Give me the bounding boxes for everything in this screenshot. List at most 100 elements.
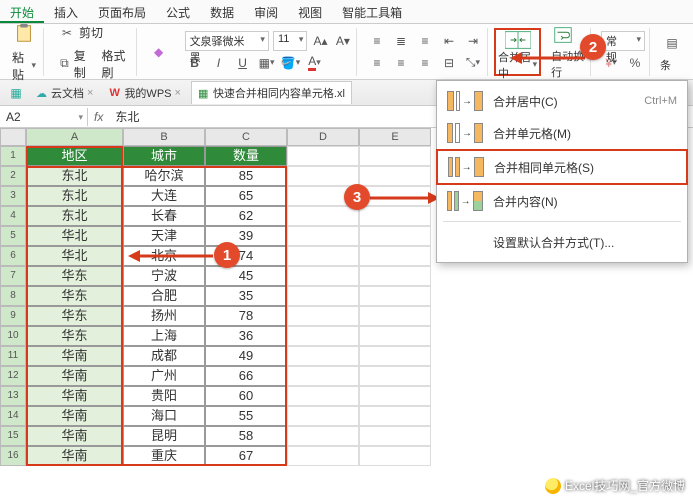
table-cell[interactable]: 华南 xyxy=(26,346,123,366)
formula-value[interactable]: 东北 xyxy=(109,106,145,127)
cell-empty[interactable] xyxy=(287,306,359,326)
paste-button[interactable] xyxy=(9,20,39,46)
cell-empty[interactable] xyxy=(287,346,359,366)
row-header[interactable]: 2 xyxy=(0,166,26,186)
table-cell[interactable]: 大连 xyxy=(123,186,205,206)
table-cell[interactable]: 华北 xyxy=(26,246,123,266)
merge-content-item[interactable]: → 合并内容(N) xyxy=(437,185,687,217)
table-cell[interactable]: 华东 xyxy=(26,306,123,326)
mywps-tab[interactable]: W我的WPS× xyxy=(103,82,187,104)
paste-label[interactable]: 粘贴▾ xyxy=(9,48,39,84)
col-header-B[interactable]: B xyxy=(123,128,205,146)
col-header-D[interactable]: D xyxy=(287,128,359,146)
default-merge-item[interactable]: 设置默认合并方式(T)... xyxy=(437,226,687,258)
cell-empty[interactable] xyxy=(287,426,359,446)
row-header[interactable]: 8 xyxy=(0,286,26,306)
col-header-E[interactable]: E xyxy=(359,128,431,146)
table-cell[interactable]: 合肥 xyxy=(123,286,205,306)
cell-empty[interactable] xyxy=(359,246,431,266)
cell-empty[interactable] xyxy=(287,226,359,246)
table-cell[interactable]: 66 xyxy=(205,366,287,386)
cell-empty[interactable] xyxy=(359,346,431,366)
cell-empty[interactable] xyxy=(359,386,431,406)
tab-layout[interactable]: 页面布局 xyxy=(88,0,156,23)
cut-button[interactable]: ✂剪切 xyxy=(54,22,132,44)
cloud-doc-tab[interactable]: ☁云文档× xyxy=(30,82,99,104)
merge-center-item[interactable]: → 合并居中(C) Ctrl+M xyxy=(437,85,687,117)
cell-empty[interactable] xyxy=(359,446,431,466)
format-painter-button[interactable]: 格式刷 xyxy=(99,46,132,82)
tab-view[interactable]: 视图 xyxy=(288,0,332,23)
table-cell[interactable]: 55 xyxy=(205,406,287,426)
tab-data[interactable]: 数据 xyxy=(200,0,244,23)
row-header[interactable]: 10 xyxy=(0,326,26,346)
table-cell[interactable]: 宁波 xyxy=(123,266,205,286)
cell-empty[interactable] xyxy=(287,246,359,266)
row-header[interactable]: 11 xyxy=(0,346,26,366)
table-cell[interactable]: 华东 xyxy=(26,266,123,286)
table-cell[interactable]: 扬州 xyxy=(123,306,205,326)
row-header[interactable]: 15 xyxy=(0,426,26,446)
select-all-corner[interactable] xyxy=(0,128,26,146)
cell-empty[interactable] xyxy=(287,166,359,186)
row-header[interactable]: 1 xyxy=(0,146,26,166)
fill-color-icon[interactable]: 🪣▾ xyxy=(281,53,301,73)
orient-icon[interactable]: ⤡▾ xyxy=(463,53,483,73)
merge-small-icon[interactable]: ⊟ xyxy=(439,53,459,73)
table-cell[interactable]: 昆明 xyxy=(123,426,205,446)
cell-empty[interactable] xyxy=(359,406,431,426)
align-center-icon[interactable]: ≡ xyxy=(391,53,411,73)
tab-smart[interactable]: 智能工具箱 xyxy=(332,0,412,23)
table-cell[interactable]: 成都 xyxy=(123,346,205,366)
cell-empty[interactable] xyxy=(359,286,431,306)
percent-icon[interactable]: % xyxy=(625,53,645,73)
align-bot-icon[interactable]: ≡ xyxy=(415,31,435,51)
cell-empty[interactable] xyxy=(359,306,431,326)
table-cell[interactable]: 49 xyxy=(205,346,287,366)
cell-C1[interactable]: 数量 xyxy=(205,146,287,166)
cell-empty[interactable] xyxy=(287,386,359,406)
align-left-icon[interactable]: ≡ xyxy=(367,53,387,73)
row-header[interactable]: 7 xyxy=(0,266,26,286)
font-color-icon[interactable]: A▾ xyxy=(305,53,325,73)
file-tab[interactable]: ▦快速合并相同内容单元格.xl xyxy=(191,81,352,104)
table-cell[interactable]: 华南 xyxy=(26,446,123,466)
align-top-icon[interactable]: ≡ xyxy=(367,31,387,51)
cell-empty[interactable] xyxy=(287,286,359,306)
wrap-icon[interactable] xyxy=(551,24,575,46)
row-header[interactable]: 6 xyxy=(0,246,26,266)
font-size-select[interactable]: 11 xyxy=(273,31,307,51)
cell-empty[interactable] xyxy=(287,146,359,166)
merge-cells-item[interactable]: → 合并单元格(M) xyxy=(437,117,687,149)
indent-inc-icon[interactable]: ⇥ xyxy=(463,31,483,51)
table-cell[interactable]: 长春 xyxy=(123,206,205,226)
table-cell[interactable]: 东北 xyxy=(26,206,123,226)
table-cell[interactable]: 上海 xyxy=(123,326,205,346)
table-cell[interactable]: 58 xyxy=(205,426,287,446)
table-cell[interactable]: 45 xyxy=(205,266,287,286)
table-cell[interactable]: 62 xyxy=(205,206,287,226)
italic-icon[interactable]: I xyxy=(209,53,229,73)
table-cell[interactable]: 哈尔滨 xyxy=(123,166,205,186)
table-cell[interactable]: 天津 xyxy=(123,226,205,246)
table-cell[interactable]: 华北 xyxy=(26,226,123,246)
cell-empty[interactable] xyxy=(287,366,359,386)
cell-empty[interactable] xyxy=(359,326,431,346)
table-cell[interactable]: 贵阳 xyxy=(123,386,205,406)
cell-empty[interactable] xyxy=(287,446,359,466)
cell-empty[interactable] xyxy=(287,206,359,226)
table-cell[interactable]: 华东 xyxy=(26,286,123,306)
cell-empty[interactable] xyxy=(359,426,431,446)
name-box[interactable]: A2 xyxy=(0,108,88,126)
table-cell[interactable]: 华南 xyxy=(26,406,123,426)
copy-button[interactable]: ⧉复制 xyxy=(54,46,95,82)
table-cell[interactable]: 67 xyxy=(205,446,287,466)
table-cell[interactable]: 重庆 xyxy=(123,446,205,466)
decrease-font-icon[interactable]: A▾ xyxy=(334,31,352,51)
cell-empty[interactable] xyxy=(359,226,431,246)
table-cell[interactable]: 35 xyxy=(205,286,287,306)
cell-empty[interactable] xyxy=(359,146,431,166)
merge-same-cells-item[interactable]: → 合并相同单元格(S) xyxy=(436,149,688,185)
row-header[interactable]: 3 xyxy=(0,186,26,206)
cell-empty[interactable] xyxy=(359,166,431,186)
